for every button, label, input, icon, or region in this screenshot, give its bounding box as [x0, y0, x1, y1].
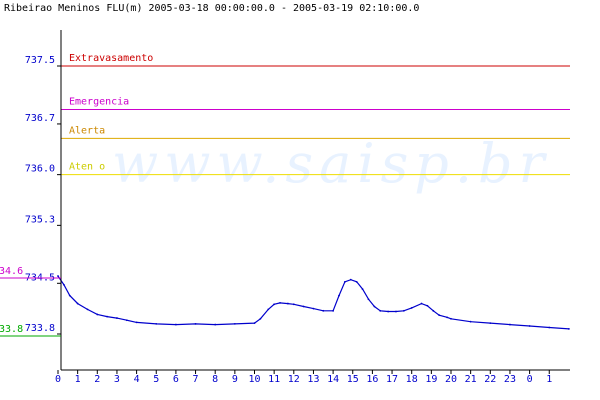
x-tick-label-17: 16	[366, 374, 378, 385]
data-point	[273, 303, 276, 306]
data-point	[259, 317, 262, 320]
data-point	[68, 294, 71, 297]
data-point	[509, 323, 511, 326]
x-tick-label-20: 19	[425, 374, 437, 385]
x-tick-label-1: 0	[55, 374, 61, 385]
data-point	[568, 328, 570, 330]
data-point	[62, 283, 65, 286]
data-point	[338, 294, 340, 297]
threshold-label-1: Extravasamento	[69, 53, 153, 64]
data-point	[410, 307, 413, 309]
axis-layer: 733.8734.5735.3736.0736.7737.5734.6733.8…	[0, 30, 570, 385]
data-point	[279, 301, 281, 304]
data-point	[233, 322, 236, 325]
data-point	[267, 308, 270, 311]
data-point	[106, 315, 109, 318]
threshold-label-2: Emergencia	[69, 96, 129, 107]
data-point	[125, 319, 128, 322]
x-tick-label-18: 17	[386, 374, 398, 385]
data-point	[548, 326, 551, 329]
series-layer	[57, 275, 570, 330]
x-tick-label-21: 20	[445, 374, 457, 385]
data-point	[379, 309, 382, 312]
x-tick-label-25: 0	[527, 374, 533, 385]
y-tick-label-1: 733.8	[25, 323, 55, 334]
x-tick-label-14: 13	[307, 374, 319, 385]
data-point	[373, 305, 376, 308]
x-tick-label-3: 2	[94, 374, 100, 385]
data-point	[86, 308, 89, 311]
series-line-1	[57, 275, 569, 330]
data-point	[402, 309, 405, 312]
data-point	[175, 323, 177, 326]
watermark-text: www.saisp.br	[112, 132, 550, 195]
y-tick-label-6: 737.5	[25, 55, 55, 66]
data-point	[322, 309, 325, 312]
x-tick-label-10: 9	[232, 374, 238, 385]
x-tick-label-26: 1	[546, 374, 552, 385]
x-tick-label-22: 21	[465, 374, 477, 385]
data-point	[426, 304, 429, 307]
x-tick-label-6: 5	[153, 374, 159, 385]
data-point	[489, 322, 492, 325]
x-tick-label-5: 4	[134, 374, 140, 385]
data-point	[253, 322, 256, 325]
data-point	[76, 302, 79, 305]
y-tick-label-5: 736.7	[25, 113, 55, 124]
data-point	[469, 320, 472, 323]
x-tick-label-11: 10	[248, 374, 260, 385]
data-point	[57, 275, 59, 277]
data-point	[312, 307, 315, 310]
x-tick-label-12: 11	[268, 374, 280, 385]
x-tick-label-9: 8	[212, 374, 218, 385]
x-tick-label-7: 6	[173, 374, 179, 385]
x-tick-label-8: 7	[193, 374, 199, 385]
x-tick-label-2: 1	[75, 374, 81, 385]
side-level-label-2: 733.8	[0, 324, 23, 335]
x-tick-label-4: 3	[114, 374, 120, 385]
y-tick-label-4: 736.0	[25, 164, 55, 175]
data-point	[302, 305, 305, 308]
data-point	[387, 310, 390, 313]
side-level-label-1: 734.6	[0, 266, 23, 277]
data-point	[367, 298, 370, 301]
y-tick-label-3: 735.3	[25, 214, 55, 225]
data-point	[214, 323, 217, 326]
threshold-label-4: Aten o	[69, 162, 105, 173]
data-point	[343, 280, 346, 283]
x-tick-label-23: 22	[484, 374, 496, 385]
data-point	[450, 317, 452, 320]
data-point	[528, 325, 531, 327]
x-tick-label-15: 14	[327, 374, 339, 385]
data-point	[116, 317, 118, 319]
data-point	[432, 309, 435, 312]
data-point	[438, 314, 441, 317]
data-point	[287, 302, 289, 305]
data-point	[96, 313, 99, 316]
data-point	[194, 322, 197, 325]
x-tick-label-24: 23	[504, 374, 516, 385]
data-point	[135, 321, 138, 324]
data-point	[355, 280, 358, 283]
data-point	[349, 278, 352, 281]
data-point	[446, 316, 448, 319]
chart-area: www.saisp.br Extravasamento Emergencia Ale…	[0, 30, 570, 385]
data-point	[332, 309, 334, 312]
threshold-label-3: Alerta	[69, 125, 105, 136]
data-point	[420, 302, 423, 305]
x-tick-label-13: 12	[288, 374, 300, 385]
data-point	[155, 322, 158, 325]
data-point	[292, 303, 295, 306]
x-tick-label-16: 15	[347, 374, 359, 385]
x-tick-label-19: 18	[406, 374, 418, 385]
data-point	[395, 310, 397, 313]
data-point	[361, 288, 364, 290]
